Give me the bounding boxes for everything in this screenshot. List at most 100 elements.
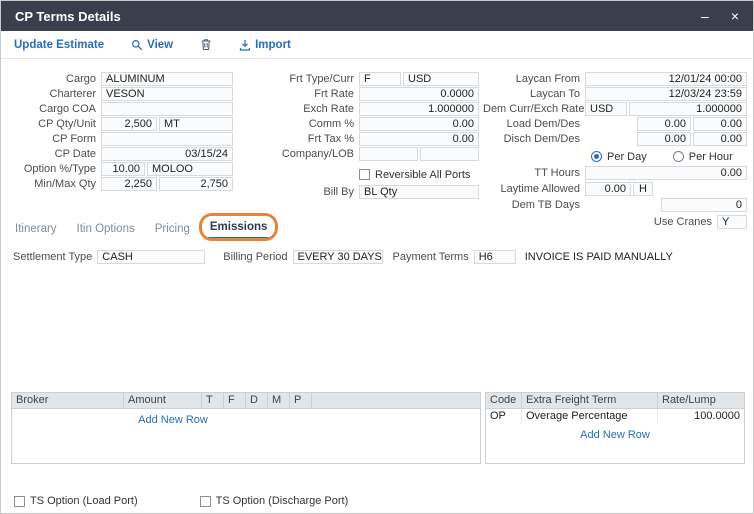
per-day-radio[interactable] (591, 151, 602, 162)
left-form-column: Cargo ALUMINUM Charterer VESON Cargo COA… (11, 71, 233, 191)
cp-qty-field[interactable]: 2,500 (101, 117, 157, 131)
cp-qty-unit-row: CP Qty/Unit 2,500 MT (11, 116, 233, 131)
frt-rate-field[interactable]: 0.0000 (359, 87, 479, 101)
billing-period-field[interactable]: EVERY 30 DAYS (293, 250, 383, 264)
ts-discharge-port-checkbox[interactable] (200, 496, 211, 507)
payment-terms-code-field[interactable]: H6 (474, 250, 516, 264)
cp-form-row: CP Form (11, 131, 233, 146)
right-form-column: Laycan From 12/01/24 00:00 Laycan To 12/… (483, 71, 747, 229)
settlement-type-label: Settlement Type (13, 251, 97, 263)
delete-button[interactable] (200, 38, 212, 51)
search-icon (131, 39, 143, 51)
min-qty-field[interactable]: 2,250 (101, 177, 157, 191)
option-type-field[interactable]: MOLOO (147, 162, 233, 176)
exfrt-header-rate: Rate/Lump (658, 393, 744, 408)
frt-rate-label: Frt Rate (239, 88, 359, 100)
exfrt-cell-term[interactable]: Overage Percentage (522, 409, 658, 424)
dem-curr-field[interactable]: USD (585, 102, 627, 116)
cp-unit-field[interactable]: MT (159, 117, 233, 131)
settlement-type-field[interactable]: CASH (97, 250, 205, 264)
max-qty-field[interactable]: 2,750 (159, 177, 233, 191)
laycan-to-field[interactable]: 12/03/24 23:59 (585, 87, 747, 101)
cp-date-label: CP Date (11, 148, 101, 160)
exfrt-cell-rate[interactable]: 100.0000 (658, 409, 744, 424)
disch-dem-field[interactable]: 0.00 (637, 132, 691, 146)
per-hour-radio[interactable] (673, 151, 684, 162)
laytime-allowed-label: Laytime Allowed (483, 183, 585, 195)
cp-form-field[interactable] (101, 132, 233, 146)
tab-itin-options[interactable]: Itin Options (75, 221, 137, 239)
load-dem-des-label: Load Dem/Des (483, 118, 585, 130)
option-pct-field[interactable]: 10.00 (101, 162, 145, 176)
ts-load-port-label: TS Option (Load Port) (30, 495, 138, 507)
load-dem-field[interactable]: 0.00 (637, 117, 691, 131)
footer-options: TS Option (Load Port) TS Option (Dischar… (14, 495, 348, 507)
laycan-from-label: Laycan From (483, 73, 585, 85)
ts-option-load-port[interactable]: TS Option (Load Port) (14, 495, 138, 507)
frt-tax-pct-field[interactable]: 0.00 (359, 132, 479, 146)
laytime-unit-field[interactable]: H (633, 182, 653, 196)
laycan-from-row: Laycan From 12/01/24 00:00 (483, 71, 747, 86)
reversible-all-ports-checkbox[interactable] (359, 169, 370, 180)
load-des-field[interactable]: 0.00 (693, 117, 747, 131)
laycan-from-field[interactable]: 12/01/24 00:00 (585, 72, 747, 86)
import-button[interactable]: Import (239, 39, 291, 51)
frt-rate-row: Frt Rate 0.0000 (239, 86, 479, 101)
use-cranes-label: Use Cranes (615, 216, 717, 228)
per-day-hour-row: Per Day Per Hour (591, 149, 747, 164)
table-row[interactable]: OP Overage Percentage 100.0000 (486, 409, 744, 424)
toolbar: Update Estimate View Import (1, 31, 753, 59)
dem-tb-days-label: Dem TB Days (483, 199, 585, 211)
ts-load-port-checkbox[interactable] (14, 496, 25, 507)
tt-hours-field[interactable]: 0.00 (585, 166, 747, 180)
view-button[interactable]: View (131, 39, 173, 51)
dem-tb-days-field[interactable]: 0 (661, 198, 747, 212)
cargo-field[interactable]: ALUMINUM (101, 72, 233, 86)
billing-period-label: Billing Period (223, 251, 292, 263)
extra-freight-table: Code Extra Freight Term Rate/Lump OP Ove… (485, 392, 745, 464)
cargo-row: Cargo ALUMINUM (11, 71, 233, 86)
tab-pricing[interactable]: Pricing (153, 221, 192, 239)
cp-terms-details-window: CP Terms Details – × Update Estimate Vie… (0, 0, 754, 514)
frt-tax-pct-label: Frt Tax % (239, 133, 359, 145)
tab-emissions[interactable]: Emissions (208, 219, 270, 239)
exfrt-cell-code[interactable]: OP (486, 409, 522, 424)
close-icon[interactable]: × (731, 9, 739, 23)
lob-field[interactable] (420, 147, 479, 161)
cp-date-field[interactable]: 03/15/24 (101, 147, 233, 161)
import-icon (239, 39, 251, 51)
laytime-allowed-field[interactable]: 0.00 (585, 182, 631, 196)
broker-header-filler (312, 393, 480, 408)
bill-by-field[interactable]: BL Qty (359, 185, 479, 199)
dem-tb-days-row: Dem TB Days 0 (483, 197, 747, 212)
broker-header-f: F (224, 393, 246, 408)
ts-discharge-port-label: TS Option (Discharge Port) (216, 495, 349, 507)
payment-terms-label: Payment Terms (393, 251, 474, 263)
exch-rate-field[interactable]: 1.000000 (359, 102, 479, 116)
per-day-option[interactable]: Per Day (591, 151, 647, 163)
company-field[interactable] (359, 147, 418, 161)
broker-add-new-row-link[interactable]: Add New Row (12, 414, 334, 426)
minimize-icon[interactable]: – (701, 9, 709, 23)
dem-curr-exch-rate-label: Dem Curr/Exch Rate (483, 103, 585, 115)
frt-type-field[interactable]: F (359, 72, 401, 86)
payment-terms-description: INVOICE IS PAID MANUALLY (525, 251, 673, 263)
dem-exch-rate-field[interactable]: 1.000000 (629, 102, 747, 116)
charterer-field[interactable]: VESON (101, 87, 233, 101)
tt-hours-row: TT Hours 0.00 (483, 165, 747, 180)
exfrt-add-new-row-link[interactable]: Add New Row (486, 429, 744, 441)
comm-pct-field[interactable]: 0.00 (359, 117, 479, 131)
frt-type-curr-label: Frt Type/Curr (239, 73, 359, 85)
disch-des-field[interactable]: 0.00 (693, 132, 747, 146)
company-lob-row: Company/LOB (239, 146, 479, 161)
tab-itinerary[interactable]: Itinerary (13, 221, 59, 239)
ts-option-discharge-port[interactable]: TS Option (Discharge Port) (200, 495, 349, 507)
cargo-coa-field[interactable] (101, 102, 233, 116)
disch-dem-des-row: Disch Dem/Des 0.00 0.00 (483, 131, 747, 146)
per-hour-option[interactable]: Per Hour (673, 151, 733, 163)
min-max-qty-row: Min/Max Qty 2,250 2,750 (11, 176, 233, 191)
frt-curr-field[interactable]: USD (403, 72, 479, 86)
per-hour-label: Per Hour (689, 151, 733, 163)
use-cranes-field[interactable]: Y (717, 215, 747, 229)
update-estimate-button[interactable]: Update Estimate (14, 39, 104, 51)
